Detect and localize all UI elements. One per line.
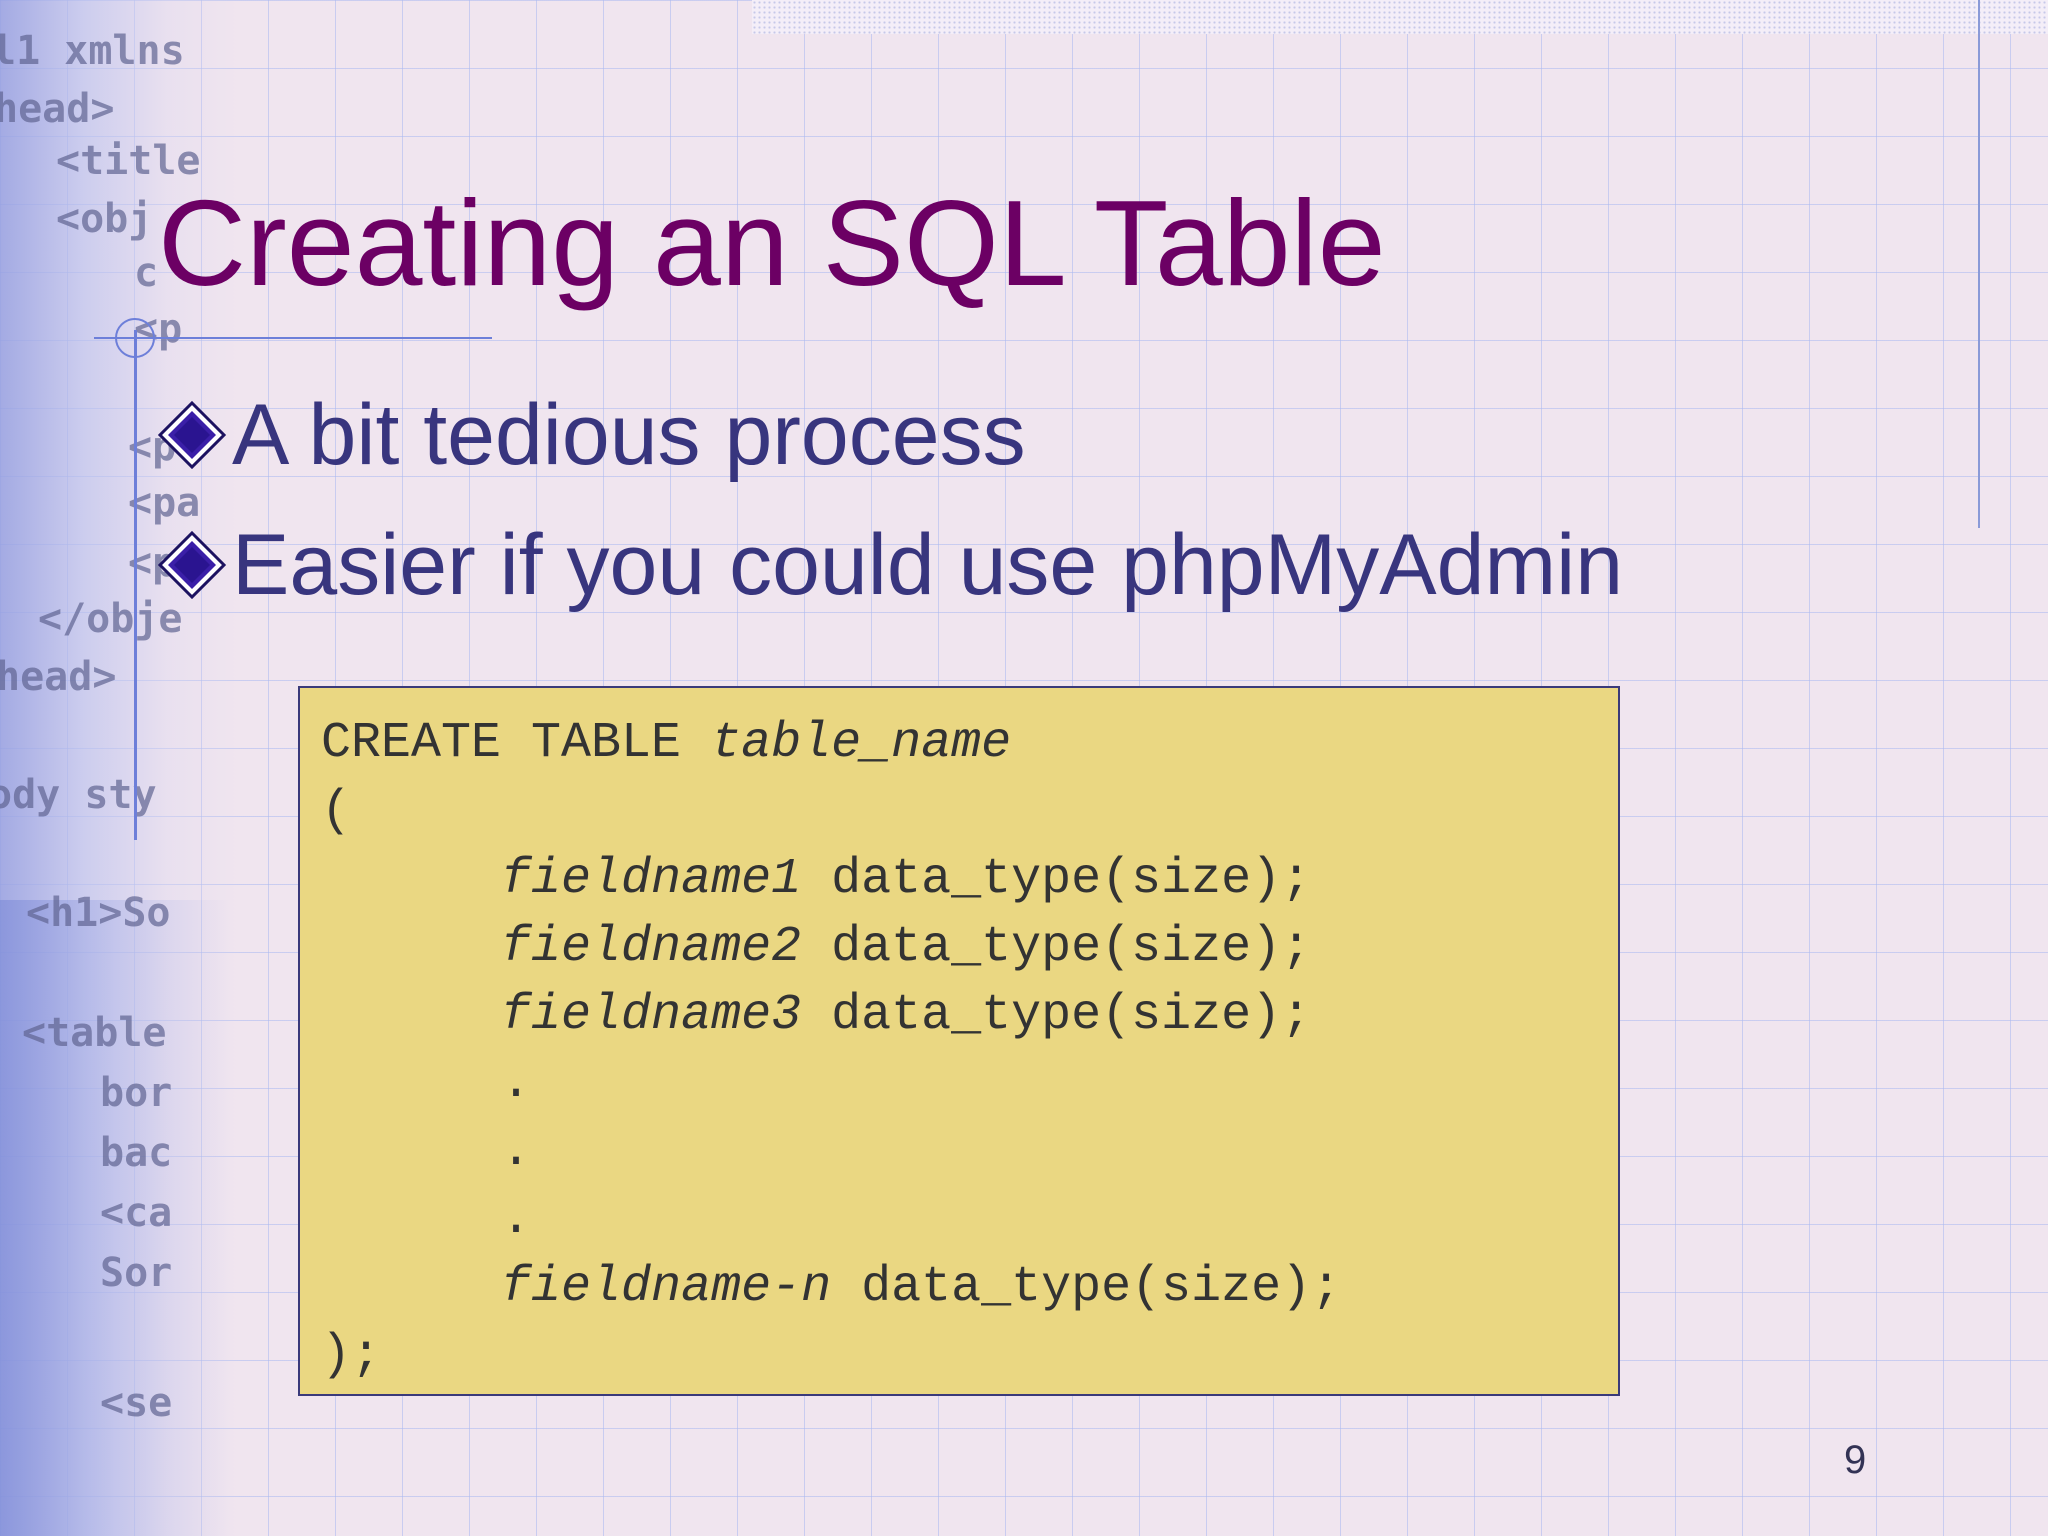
code-line: . (321, 1118, 1618, 1186)
code-plain (321, 919, 501, 976)
sql-code-block: CREATE TABLE table_name ( fieldname1 dat… (298, 686, 1620, 1396)
code-line: ( (321, 778, 1618, 846)
diamond-bullet-icon (158, 531, 226, 599)
bg-code-fragment: <obj (56, 196, 153, 242)
bg-code-fragment: <table (22, 1010, 167, 1056)
top-decorative-pattern (752, 0, 2048, 34)
code-italic: fieldname2 (501, 919, 802, 976)
code-line: ); (321, 1322, 1618, 1390)
bg-code-fragment: <se (100, 1380, 173, 1426)
bg-code-fragment: Sor (100, 1250, 173, 1296)
bg-code-fragment: head> (0, 654, 117, 700)
crosshair-circle-decoration (115, 318, 155, 358)
code-italic: fieldname3 (501, 987, 802, 1044)
code-plain: CREATE TABLE (321, 715, 712, 772)
code-plain: . (321, 1191, 532, 1248)
code-line: fieldname2 data_type(size); (321, 914, 1618, 982)
bg-code-fragment: c (134, 250, 159, 296)
code-suffix: data_type(size); (831, 1259, 1342, 1316)
code-plain (321, 987, 501, 1044)
slide: l1 xmlns head> <title <obj c <p <p <pa <… (0, 0, 2048, 1536)
bullet-list: A bit tedious process Easier if you coul… (158, 370, 1623, 630)
code-italic: fieldname1 (501, 851, 802, 908)
code-line: CREATE TABLE table_name (321, 710, 1618, 778)
bg-code-fragment: bor (100, 1070, 173, 1116)
right-accent-line (1978, 0, 1980, 528)
code-plain (321, 1259, 501, 1316)
code-plain: . (321, 1055, 532, 1112)
bg-code-fragment: <h1>So (26, 890, 171, 936)
code-suffix: data_type(size); (801, 919, 1312, 976)
code-italic: table_name (711, 715, 1012, 772)
bullet-text: Easier if you could use phpMyAdmin (232, 517, 1624, 613)
diamond-bullet-icon (158, 401, 226, 469)
code-plain: ); (321, 1327, 382, 1384)
code-line: fieldname1 data_type(size); (321, 846, 1618, 914)
code-italic: fieldname-n (501, 1259, 832, 1316)
code-line: fieldname-n data_type(size); (321, 1254, 1618, 1322)
bullet-item: A bit tedious process (158, 370, 1623, 500)
code-line: . (321, 1186, 1618, 1254)
code-suffix: data_type(size); (801, 851, 1312, 908)
code-line: . (321, 1050, 1618, 1118)
bg-code-fragment: bac (100, 1130, 173, 1176)
code-plain: ( (321, 783, 352, 840)
bullet-text: A bit tedious process (232, 387, 1026, 483)
bullet-item: Easier if you could use phpMyAdmin (158, 500, 1623, 630)
code-line: fieldname3 data_type(size); (321, 982, 1618, 1050)
code-plain: . (321, 1123, 532, 1180)
page-number: 9 (1844, 1438, 1867, 1482)
code-suffix: data_type(size); (801, 987, 1312, 1044)
vertical-accent-line (134, 330, 137, 840)
bg-code-fragment: l1 xmlns (0, 28, 185, 74)
slide-title: Creating an SQL Table (158, 175, 1386, 311)
bg-code-fragment: <ca (100, 1190, 173, 1236)
bg-code-fragment: head> (0, 86, 115, 132)
code-plain (321, 851, 501, 908)
